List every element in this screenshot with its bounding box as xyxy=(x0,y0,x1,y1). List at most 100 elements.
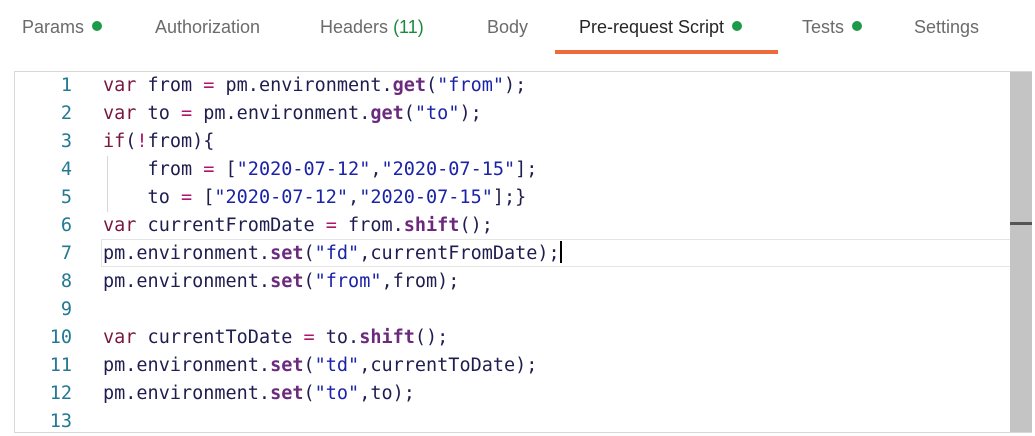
tab-params[interactable]: Params xyxy=(22,17,103,38)
text-cursor xyxy=(559,241,562,263)
code-token-op: = xyxy=(180,187,193,208)
code-token-str: "fd" xyxy=(314,243,360,264)
code-token-id: currentFromDate xyxy=(136,215,326,236)
code-token-fn: set xyxy=(270,383,304,404)
code-token-kw: if xyxy=(103,131,126,152)
code-token-fn: shift xyxy=(359,327,415,348)
code-token-id: ); xyxy=(504,75,527,96)
tab-tests[interactable]: Tests xyxy=(802,17,863,38)
status-dot-icon xyxy=(852,21,863,31)
code-token-id: [ xyxy=(214,159,237,180)
tab-label: Body xyxy=(487,17,529,37)
code-token-op: = xyxy=(180,103,193,124)
code-token-id: ]; xyxy=(515,159,538,180)
code-token-str: "2020-07-15" xyxy=(381,159,516,180)
code-token-id: ,currentFromDate); xyxy=(359,243,560,264)
tab-settings[interactable]: Settings xyxy=(914,17,979,38)
code-token-id: ( xyxy=(426,75,438,96)
code-token-fn: shift xyxy=(403,215,460,236)
code-token-id: ];} xyxy=(492,187,527,208)
code-token-op: = xyxy=(203,159,215,180)
code-token-id: ,from); xyxy=(381,271,460,292)
line-number: 1 xyxy=(60,75,72,96)
line-number: 5 xyxy=(60,187,72,208)
code-token-str: "from" xyxy=(437,75,504,96)
code-token-fn: set xyxy=(270,355,304,376)
tab-label: Pre-request Script xyxy=(579,17,725,37)
code-token-str: "to" xyxy=(314,383,360,404)
tab-pre-request-script[interactable]: Pre-request Script xyxy=(579,17,743,38)
code-token-str: "to" xyxy=(414,103,460,124)
tab-label: Headers xyxy=(320,17,389,37)
code-token-id: ( xyxy=(303,271,315,292)
code-text: var to = pm.environment.get("to"); xyxy=(103,100,482,128)
code-token-id: (); xyxy=(414,327,449,348)
code-token-id: from. xyxy=(336,215,404,236)
code-token-id: [ xyxy=(192,187,215,208)
code-text: var from = pm.environment.get("from"); xyxy=(103,72,526,100)
code-token-str: "2020-07-12" xyxy=(214,187,349,208)
code-text: var currentToDate = to.shift(); xyxy=(103,324,448,352)
code-text: to = ["2020-07-12","2020-07-15"];} xyxy=(103,184,527,212)
code-token-op: = xyxy=(325,215,337,236)
code-token-id: to. xyxy=(314,327,360,348)
code-token-id: pm.environment. xyxy=(103,271,271,292)
tab-body[interactable]: Body xyxy=(487,17,528,38)
editor-scrollbar[interactable] xyxy=(1010,72,1032,432)
code-text: var currentFromDate = from.shift(); xyxy=(103,212,493,240)
code-token-fn: set xyxy=(270,271,304,292)
code-token-id: to xyxy=(103,187,181,208)
code-text: if(!from){ xyxy=(103,128,214,156)
code-token-kw: var xyxy=(103,327,137,348)
code-text: pm.environment.set("from",from); xyxy=(103,268,459,296)
code-token-kw: var xyxy=(103,75,137,96)
code-token-op: = xyxy=(203,75,215,96)
code-token-op: = xyxy=(303,327,315,348)
script-editor[interactable]: 1 var from = pm.environment.get("from"); 2… xyxy=(14,71,1032,433)
code-token-id: , xyxy=(370,159,382,180)
line-number: 3 xyxy=(60,131,72,152)
line-number: 11 xyxy=(49,355,72,376)
code-token-str: "2020-07-15" xyxy=(359,187,493,208)
code-token-id: ( xyxy=(403,103,415,124)
code-token-id: ( xyxy=(125,131,137,152)
code-token-fn: get xyxy=(392,75,427,96)
code-token-id: pm.environment. xyxy=(103,243,271,264)
code-token-id: ( xyxy=(303,355,315,376)
code-token-kw: var xyxy=(103,215,137,236)
line-number: 6 xyxy=(60,215,72,236)
line-number: 10 xyxy=(49,327,72,348)
headers-count: (11) xyxy=(393,17,424,37)
tab-label: Authorization xyxy=(155,17,261,37)
active-tab-indicator xyxy=(555,50,778,54)
code-token-id: to xyxy=(136,103,181,124)
code-token-id: ,currentToDate); xyxy=(359,355,538,376)
tab-authorization[interactable]: Authorization xyxy=(155,17,260,38)
code-token-id: currentToDate xyxy=(136,327,304,348)
code-text: pm.environment.set("fd",currentFromDate)… xyxy=(103,240,562,268)
code-text: from = ["2020-07-12","2020-07-15"]; xyxy=(103,156,538,184)
code-text: pm.environment.set("td",currentToDate); xyxy=(103,352,537,380)
code-token-id: from xyxy=(103,159,204,180)
code-token-op: ! xyxy=(136,131,148,152)
code-token-str: "td" xyxy=(314,355,360,376)
tab-label: Settings xyxy=(914,17,980,37)
code-token-fn: set xyxy=(270,243,304,264)
status-dot-icon xyxy=(732,21,743,31)
line-number: 2 xyxy=(60,103,72,124)
scroll-position-marker xyxy=(1010,222,1032,225)
code-text: pm.environment.set("to",to); xyxy=(103,380,415,408)
code-token-id: , xyxy=(348,187,360,208)
tab-headers[interactable]: Headers (11) xyxy=(320,17,424,38)
code-token-id: ( xyxy=(303,383,315,404)
code-token-str: "2020-07-12" xyxy=(236,159,371,180)
code-token-id: ); xyxy=(459,103,482,124)
code-token-id: from xyxy=(136,75,204,96)
line-number: 13 xyxy=(49,411,72,432)
code-token-id: from){ xyxy=(147,131,215,152)
line-number: 8 xyxy=(60,271,72,292)
tab-label: Tests xyxy=(802,17,845,37)
code-token-id: (); xyxy=(459,215,493,236)
code-token-id: pm.environment. xyxy=(192,103,371,124)
line-number: 4 xyxy=(60,159,72,180)
